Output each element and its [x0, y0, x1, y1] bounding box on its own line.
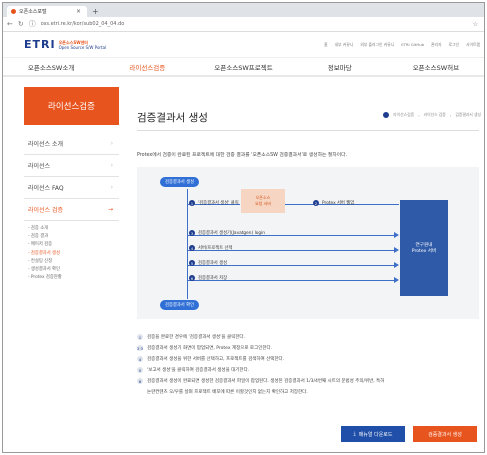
- favicon-icon: [11, 9, 16, 14]
- submenu-item[interactable]: - Protex 검증현황: [28, 274, 119, 282]
- step-item: 6 검증결과서 생성이 완료되면 생성한 검증결과서 파일이 팝업된다. 생성된 …: [137, 378, 385, 384]
- sidebar-item-verify[interactable]: 라이선스 검증 →: [24, 199, 119, 221]
- generate-report-button[interactable]: 검증결과서 생성: [413, 426, 477, 442]
- chevron-right-icon: ›: [110, 184, 113, 191]
- address-bar: ← ↻ ⓘ oss.etri.re.kr/kor/sub02_04_04.do …: [3, 17, 484, 32]
- breadcrumb-item[interactable]: 라이선스 검증: [424, 112, 446, 118]
- gnb-item-project[interactable]: 오픈소스SW프로젝트: [195, 62, 291, 72]
- browser-tab[interactable]: 오픈소스포털 ×: [7, 6, 87, 17]
- diagram-row: 5 검증결과서 생성: [189, 260, 228, 266]
- gnb-item-license[interactable]: 라이선스검증: [99, 62, 195, 72]
- report-server-box: 오픈소스 요청 서버: [241, 189, 285, 213]
- gnb-item-info[interactable]: 정보마당: [292, 62, 388, 72]
- tab-title: 오픈소스포털: [19, 9, 47, 15]
- reload-icon[interactable]: ↻: [18, 20, 24, 28]
- tab-bar: 오픈소스포털 × +: [3, 3, 484, 17]
- page-description: Protex에서 검증이 완료된 프로젝트에 대한 검증 결과를 '오픈소스SW…: [137, 153, 348, 158]
- submenu-item-active[interactable]: - 검증결과서 생성: [28, 250, 119, 258]
- step-number: 2: [313, 200, 319, 206]
- toplink-home[interactable]: 홈: [324, 42, 328, 48]
- step-number: 6: [189, 275, 195, 281]
- submenu-item[interactable]: - 메이저 검증: [28, 241, 119, 249]
- step-item: 5 '보고서 생성'을 클릭하여 검증결과서 생성을 대기한다.: [137, 367, 250, 373]
- manual-download-button[interactable]: ⤓ 매뉴얼 다운로드: [341, 426, 405, 442]
- toplink-external[interactable]: 외부 플러그인 커뮤니: [360, 42, 394, 48]
- toplink-github[interactable]: ETRI GitHub: [401, 42, 424, 48]
- step-item: 2·3 검증결과서 생성기 화면이 팝업되면, Protex 계정으로 로그인한다…: [136, 345, 273, 351]
- sidebar: 라이선스 소개 › 라이선스 › 라이선스 FAQ › 라이선스 검증 → - 검증 소…: [24, 133, 119, 286]
- sidebar-item-license-intro[interactable]: 라이선스 소개 ›: [24, 133, 119, 155]
- new-tab-button[interactable]: +: [92, 7, 99, 16]
- arrow-right-icon: →: [107, 206, 113, 213]
- submenu-item[interactable]: - 컨설팅 신청: [28, 258, 119, 266]
- sidebar-item-license[interactable]: 라이선스 ›: [24, 155, 119, 177]
- breadcrumb: 라이선스검증 › 라이선스 검증 › 검증결과서 생성: [383, 112, 481, 118]
- back-icon[interactable]: ←: [7, 20, 13, 28]
- process-diagram: 검증결과서 생성 검증결과서 확인 오픈소스 요청 서버 연구원내 Protex…: [137, 167, 479, 319]
- download-icon: ⤓: [353, 431, 356, 437]
- site-header: ETRI 오픈소스SW센터 Open Source S/W Portal 홈 내부…: [3, 32, 484, 58]
- global-nav: 오픈소스SW소개 라이선스검증 오픈소스SW프로젝트 정보마당 오픈소스SW허브: [3, 58, 484, 77]
- step-number: 1: [189, 200, 195, 206]
- connector: [187, 189, 188, 299]
- diagram-row: 1 '검증결과서 생성' 클릭: [189, 200, 239, 206]
- step-list: 1 검증을 완료한 경우에 '검증결과서 생성'을 클릭한다. 2·3 검증결과서 …: [137, 332, 475, 398]
- toplink-sitemap[interactable]: 사이트맵: [466, 42, 480, 48]
- submenu-item[interactable]: - 검증 결과: [28, 233, 119, 241]
- toplink-admin[interactable]: 관리자: [431, 42, 441, 48]
- bottom-pill: 검증결과서 확인: [160, 300, 200, 310]
- step-number: 5: [189, 260, 195, 266]
- chevron-right-icon: ›: [110, 162, 113, 169]
- step-item: 4 검증결과서 생성을 위한 서버를 선택하고, 프로젝트를 검색하여 선택한다.: [137, 356, 285, 362]
- home-icon[interactable]: [383, 112, 390, 118]
- toplink-internal[interactable]: 내부 커뮤니: [335, 42, 354, 48]
- secure-icon: ⓘ: [28, 20, 36, 28]
- diagram-row: 4 서버/프로젝트 선택: [189, 245, 233, 251]
- toplink-login[interactable]: 로그인: [449, 42, 459, 48]
- step-number: 4: [189, 245, 195, 251]
- top-links: 홈 내부 커뮤니 외부 플러그인 커뮤니 ETRI GitHub 관리자 로그인…: [324, 42, 480, 48]
- bookmark-star-icon[interactable]: ☆: [473, 21, 478, 28]
- gnb-item-hub[interactable]: 오픈소스SW허브: [388, 62, 484, 72]
- step-item: 1 검증을 완료한 경우에 '검증결과서 생성'을 클릭한다.: [137, 334, 245, 340]
- logo-subtitle: 오픈소스SW센터 Open Source S/W Portal: [58, 39, 107, 50]
- sidebar-item-faq[interactable]: 라이선스 FAQ ›: [24, 177, 119, 199]
- submenu-item[interactable]: - 생성결과서 확인: [28, 266, 119, 274]
- etri-logo[interactable]: ETRI: [24, 38, 56, 51]
- url-field[interactable]: oss.etri.re.kr/kor/sub02_04_04.do: [41, 21, 125, 27]
- sidebar-title: 라이선스검증: [24, 87, 119, 125]
- step-item: 논란컨텐츠 오/우를 살펴 프로젝트 배포에 따른 이할것인지 없는지 확인하고…: [147, 390, 308, 395]
- step-number: 3: [189, 230, 195, 236]
- chevron-right-icon: ›: [110, 140, 113, 147]
- breadcrumb-item[interactable]: 라이선스검증: [393, 112, 414, 118]
- close-tab-icon[interactable]: ×: [76, 8, 81, 15]
- submenu-item[interactable]: - 검증 소개: [28, 225, 119, 233]
- protex-server-box: 연구원내 Protex 서버: [400, 200, 448, 296]
- diagram-row: 3 검증결과서 생성기(Javatgen) login: [189, 230, 266, 236]
- top-pill: 검증결과서 생성: [160, 177, 200, 187]
- diagram-row: 6 검증결과서 저장: [189, 275, 228, 281]
- gnb-item-intro[interactable]: 오픈소스SW소개: [3, 62, 99, 72]
- breadcrumb-item: 검증결과서 생성: [455, 112, 481, 117]
- title-divider: [137, 130, 479, 131]
- diagram-row: 2 Protex 서버 웹업: [313, 200, 355, 206]
- sidebar-submenu: - 검증 소개 - 검증 결과 - 메이저 검증 - 검증결과서 생성 - 컨설…: [24, 221, 119, 286]
- page-title: 검증결과서 생성: [137, 112, 208, 124]
